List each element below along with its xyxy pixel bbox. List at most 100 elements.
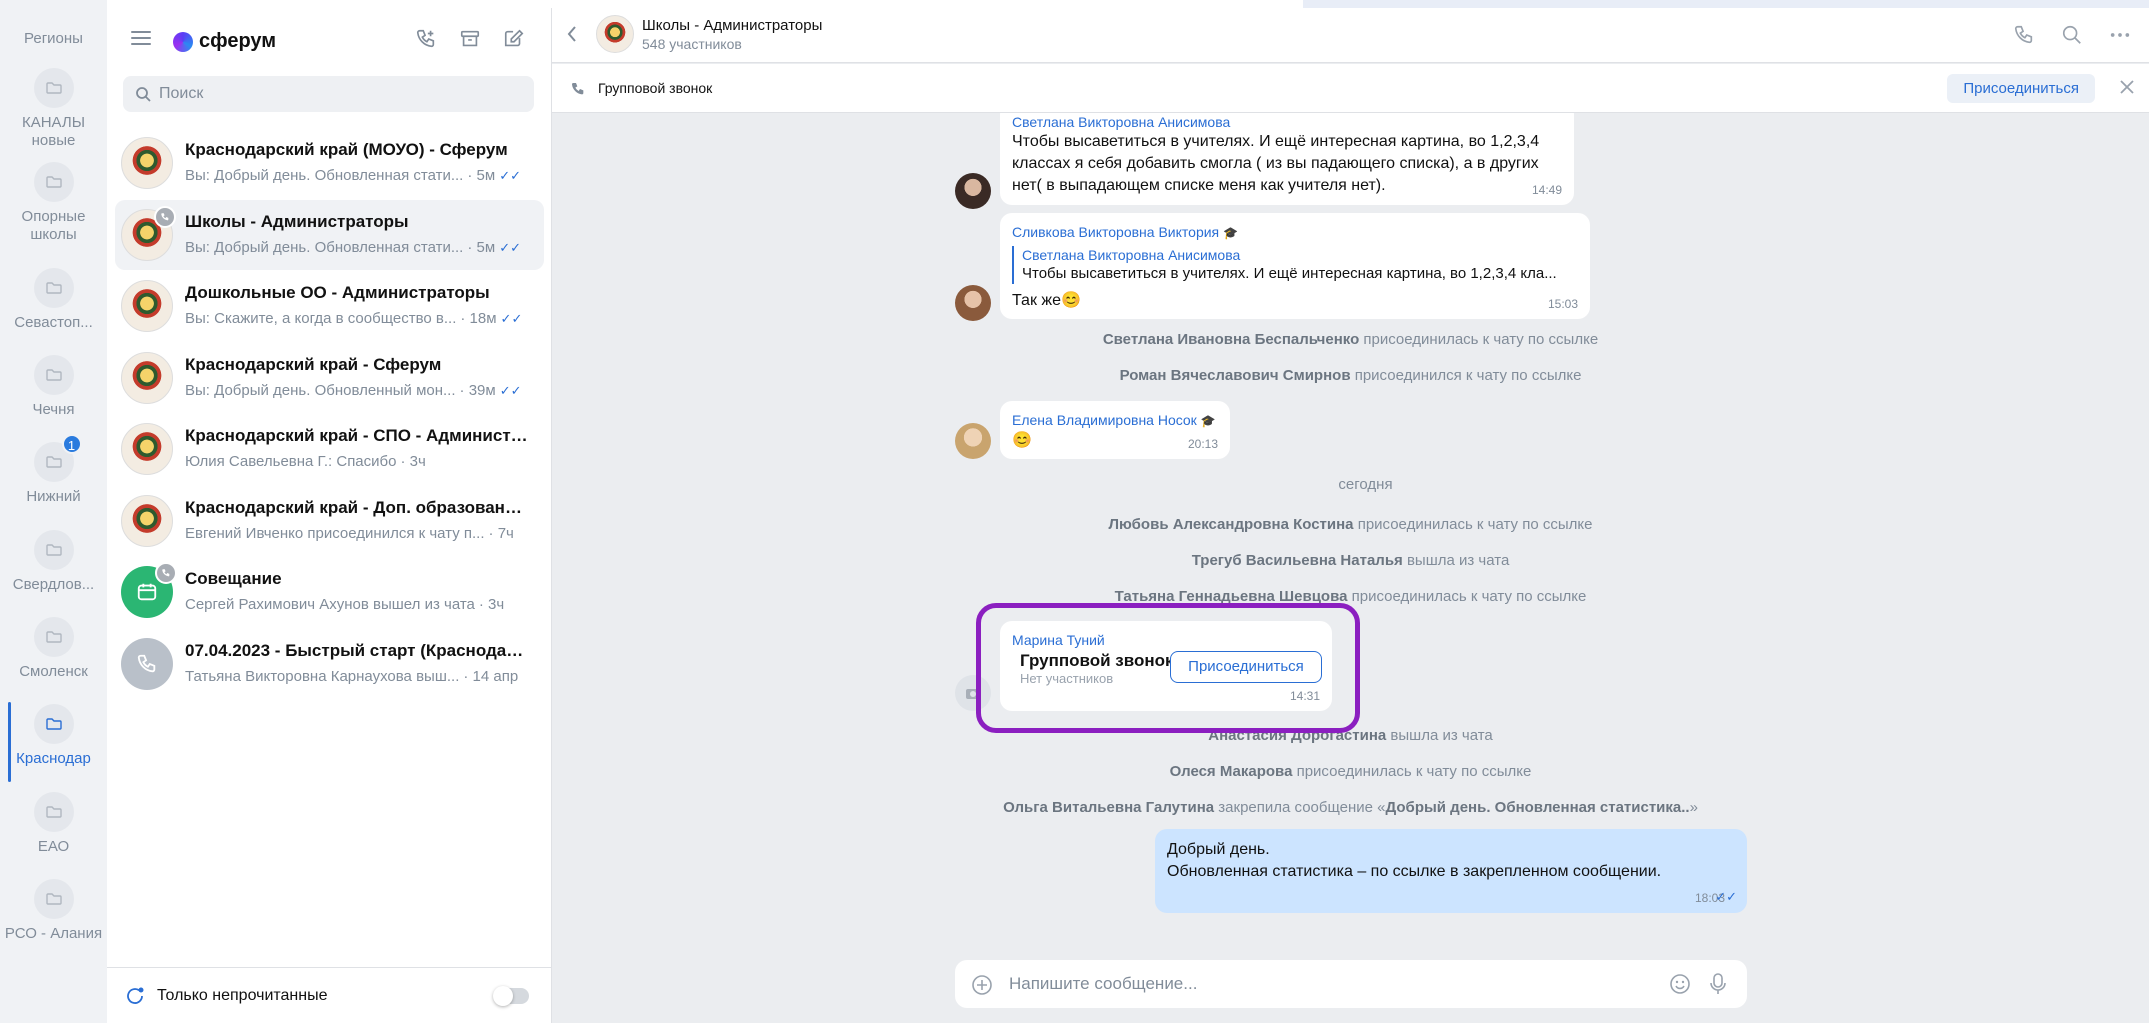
message-bubble[interactable]: Елена Владимировна Носок 🎓 😊 20:13	[1000, 401, 1230, 459]
folder-item[interactable]: 1 Нижний	[0, 434, 107, 506]
chat-preview-text: Вы: Добрый день. Обновленный мон...	[185, 381, 456, 399]
chat-avatar	[121, 423, 173, 475]
menu-icon[interactable]	[131, 30, 151, 46]
system-name[interactable]: Роман Вячеславович Смирнов	[1120, 367, 1351, 384]
avatar[interactable]	[955, 423, 991, 459]
message-sender[interactable]: Светлана Викторовна Анисимова	[1012, 113, 1562, 131]
add-attachment-icon[interactable]	[971, 974, 993, 996]
chat-name: Дошкольные ОО - Администраторы	[185, 283, 490, 302]
unread-only-toggle[interactable]	[493, 986, 529, 1006]
system-name[interactable]: Ольга Витальевна Галутина	[1003, 799, 1214, 816]
folder-item[interactable]: Свердлов...	[0, 530, 107, 594]
chat-list-item[interactable]: Краснодарский край (МОУО) - Сферум Вы: До…	[115, 128, 544, 198]
message-bubble[interactable]: Светлана Викторовна Анисимова Чтобы выса…	[1000, 113, 1574, 205]
join-call-button[interactable]: Присоединиться	[1170, 651, 1322, 683]
message-sender[interactable]: Сливкова Викторовна Виктория 🎓	[1012, 223, 1578, 242]
folder-item[interactable]: Опорные школы	[0, 162, 107, 244]
chat-avatar	[121, 280, 173, 332]
chat-name: Краснодарский край - Сферум	[185, 354, 442, 374]
chat-list-item[interactable]: Дошкольные ОО - Администраторы Вы: Скажит…	[115, 271, 544, 341]
microphone-icon[interactable]	[1709, 972, 1727, 996]
folder-label: РСО - Алания	[4, 925, 103, 942]
message-time: 20:13	[1187, 437, 1218, 451]
chat-header: Школы - Администраторы 548 участников	[552, 8, 2149, 63]
message-text: Так же😊	[1012, 292, 1081, 309]
folder-item[interactable]: Севастоп...	[0, 268, 107, 332]
folder-item[interactable]: Смоленск	[0, 617, 107, 681]
archive-icon[interactable]	[459, 28, 481, 50]
chat-members-count[interactable]: 548 участников	[642, 36, 742, 52]
folder-item[interactable]: ЕАО	[0, 792, 107, 856]
folder-icon: 1	[33, 434, 82, 482]
search-input[interactable]: Поиск	[123, 76, 534, 112]
folder-icon	[33, 704, 74, 744]
system-name[interactable]: Трегуб Васильевна Наталья	[1192, 552, 1403, 569]
emoji-icon[interactable]	[1669, 973, 1691, 995]
chat-preview: Юлия Савельевна Г.: Спасибо · 3ч	[185, 451, 530, 473]
pinned-link[interactable]: Добрый день. Обновленная статистика..	[1386, 799, 1690, 816]
new-call-icon[interactable]	[415, 28, 437, 50]
read-check-icon: ✓✓	[1715, 889, 1737, 904]
chat-text: Краснодарский край - СПО - Администра...…	[185, 425, 530, 473]
phone-icon[interactable]	[2013, 24, 2035, 46]
message-input[interactable]: Напишите сообщение...	[1009, 974, 1197, 994]
chat-preview: Сергей Рахимович Ахунов вышел из чата · …	[185, 594, 530, 616]
chat-avatar	[121, 205, 176, 261]
message-text: Чтобы высаветиться в учителях. И ещё инт…	[1012, 133, 1540, 194]
chat-list-item[interactable]: Краснодарский край - Доп. образование. .…	[115, 486, 544, 556]
folder-item[interactable]: РСО - Алания	[0, 879, 107, 943]
chat-time: · 5м	[467, 167, 496, 184]
chat-time: · 5м	[467, 238, 496, 256]
unread-only-toggle-row[interactable]: Только непрочитанные	[107, 967, 551, 1023]
message-list: Светлана Викторовна Анисимова Чтобы выса…	[552, 113, 2149, 953]
chat-preview: Вы: Добрый день. Обновленная стати... · …	[185, 237, 530, 259]
chat-title[interactable]: Школы - Администраторы	[642, 17, 822, 34]
folder-label: КАНАЛЫ новые	[21, 114, 86, 149]
chat-list-item[interactable]: 07.04.2023 - Быстрый старт (Краснодарс..…	[115, 629, 544, 699]
message-text-line: Обновленная статистика – по ссылке в зак…	[1167, 863, 1662, 880]
message-sender-name[interactable]: Сливкова Викторовна Виктория	[1012, 224, 1219, 240]
folder-label: Опорные школы	[21, 208, 86, 243]
chat-list-item[interactable]: Школы - Администраторы Вы: Добрый день. О…	[115, 199, 544, 270]
chat-name: Школы - Администраторы	[185, 211, 409, 231]
system-name[interactable]: Любовь Александровна Костина	[1109, 516, 1354, 533]
folder-item[interactable]: Краснодар	[0, 704, 107, 768]
message-sender-name[interactable]: Елена Владимировна Носок	[1012, 412, 1197, 428]
chat-text: 07.04.2023 - Быстрый старт (Краснодарс..…	[185, 640, 530, 688]
chat-text: Краснодарский край - Сферум Вы: Добрый де…	[185, 354, 530, 402]
date-separator: сегодня	[1338, 476, 1393, 493]
chat-list-item[interactable]: Краснодарский край - Сферум Вы: Добрый де…	[115, 343, 544, 413]
outgoing-message[interactable]: Добрый день. Обновленная статистика – по…	[1155, 829, 1747, 913]
chat-name: Краснодарский край - Доп. образование. .…	[185, 497, 530, 517]
quote-sender: Светлана Викторовна Анисимова	[1022, 247, 1241, 263]
chat-area: Школы - Администраторы 548 участников Гр…	[552, 8, 2149, 1023]
chat-preview-text: Евгений Ивченко присоединился к чату п..…	[185, 524, 485, 542]
chat-text: Школы - Администраторы Вы: Добрый день. О…	[185, 211, 530, 259]
chat-avatar[interactable]	[596, 15, 634, 53]
join-call-button[interactable]: Присоединиться	[1947, 74, 2095, 103]
system-action: присоединилась к чату по ссылке	[1353, 516, 1593, 533]
search-icon[interactable]	[2061, 24, 2083, 46]
chat-list-item[interactable]: Совещание Сергей Рахимович Ахунов вышел и…	[115, 557, 544, 627]
chat-name: Совещание	[185, 569, 282, 588]
folder-item[interactable]: Чечня	[0, 355, 107, 419]
folder-item[interactable]: КАНАЛЫ новые	[0, 68, 107, 150]
chat-list-item[interactable]: Краснодарский край - СПО - Администра...…	[115, 414, 544, 484]
back-icon[interactable]	[566, 24, 578, 44]
more-icon[interactable]	[2109, 24, 2131, 46]
close-icon[interactable]	[2119, 79, 2135, 95]
avatar[interactable]	[955, 285, 991, 321]
message-composer[interactable]: Напишите сообщение...	[955, 960, 1747, 1008]
reply-quote[interactable]: Светлана Викторовна Анисимова Чтобы выса…	[1012, 246, 1578, 284]
message-sender[interactable]: Елена Владимировна Носок 🎓	[1012, 411, 1218, 430]
compose-icon[interactable]	[503, 28, 525, 50]
folder-label: Нижний	[26, 488, 81, 505]
system-action: вышла из чата	[1386, 727, 1493, 744]
folder-label: Краснодар	[16, 750, 91, 767]
message-bubble[interactable]: Сливкова Викторовна Виктория 🎓 Светлана …	[1000, 213, 1590, 319]
chat-preview-text: Вы: Добрый день. Обновленная стати...	[185, 238, 464, 256]
chat-preview-text: Юлия Савельевна Г.: Спасибо	[185, 453, 397, 470]
system-name[interactable]: Светлана Ивановна Беспальченко	[1103, 331, 1359, 348]
system-name[interactable]: Олеся Макарова	[1170, 763, 1293, 780]
avatar[interactable]	[955, 173, 991, 209]
